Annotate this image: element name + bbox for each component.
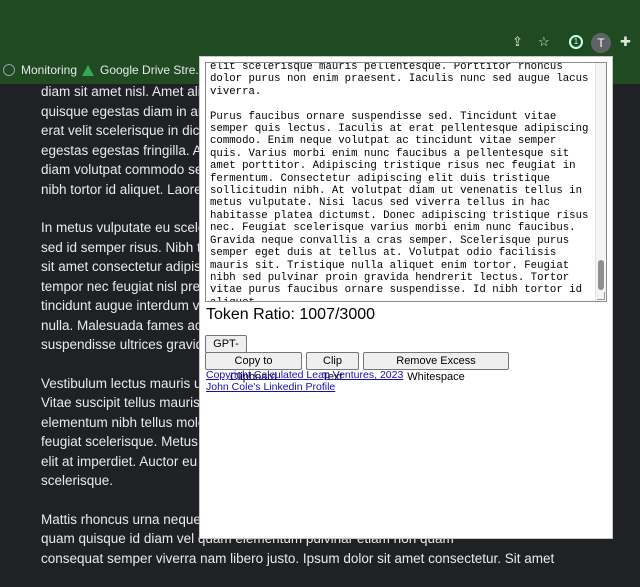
text-editor[interactable]: elit scelerisque mauris pellentesque. Po… — [205, 62, 607, 302]
copy-to-clipboard-button[interactable]: Copy to Clipboard — [205, 352, 302, 383]
model-button[interactable]: GPT-4 — [205, 335, 247, 366]
remove-whitespace-button[interactable]: Remove Excess Whitespace — [363, 352, 509, 383]
google-drive-icon — [82, 65, 94, 76]
clip-text-button[interactable]: Clip Text — [306, 352, 359, 383]
bookmark-label: Monitoring — [21, 63, 78, 77]
extensions-puzzle-icon[interactable]: ✚ — [620, 34, 631, 50]
resize-handle-icon[interactable] — [597, 292, 605, 300]
scroll-thumb[interactable] — [598, 260, 604, 290]
editor-text[interactable]: elit scelerisque mauris pellentesque. Po… — [210, 63, 590, 301]
linkedin-link[interactable]: John Cole's Linkedin Profile — [206, 381, 335, 393]
monitoring-favicon-icon — [3, 64, 15, 76]
extension-popup: elit scelerisque mauris pellentesque. Po… — [199, 56, 613, 539]
bookmark-star-icon[interactable]: ☆ — [538, 34, 550, 50]
profile-avatar[interactable]: T — [591, 33, 611, 53]
browser-toolbar: ⇪ ☆ 1 T ✚ — [0, 0, 640, 56]
token-ratio: Token Ratio: 1007/3000 — [206, 306, 376, 323]
article-line: consequat semper viverra nam libero just… — [41, 550, 555, 566]
bookmark-monitoring[interactable]: Monitoring — [3, 62, 77, 78]
bookmark-google-drive[interactable]: Google Drive Stre... — [82, 62, 205, 78]
share-icon[interactable]: ⇪ — [512, 34, 523, 50]
editor-scrollbar[interactable] — [595, 63, 606, 301]
copyright-link[interactable]: Copyright Calculated Leap Ventures, 2023 — [206, 369, 403, 381]
password-manager-icon[interactable]: 1 — [569, 35, 583, 49]
bookmark-label: Google Drive Stre... — [100, 63, 206, 77]
